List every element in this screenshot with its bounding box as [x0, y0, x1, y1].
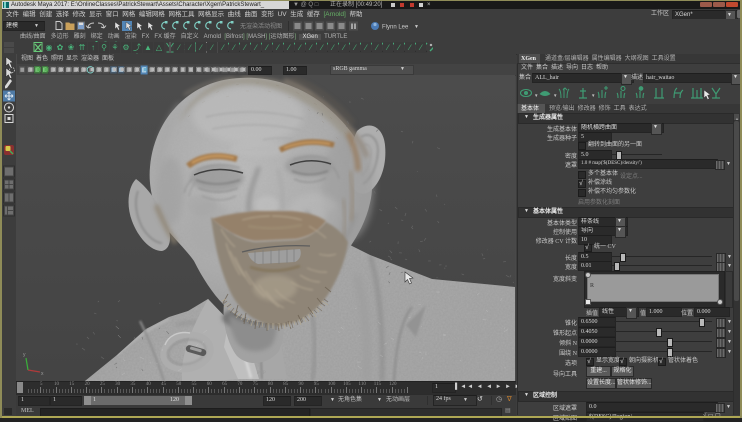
svg-text:无渲染活动视图: 无渲染活动视图: [240, 22, 282, 30]
svg-text:▼: ▼: [414, 24, 419, 30]
svg-text:▼: ▼: [553, 93, 557, 98]
svg-text:▼: ▼: [534, 93, 538, 98]
svg-text:▼: ▼: [591, 93, 595, 98]
svg-text:Flynn Lee: Flynn Lee: [382, 25, 409, 31]
